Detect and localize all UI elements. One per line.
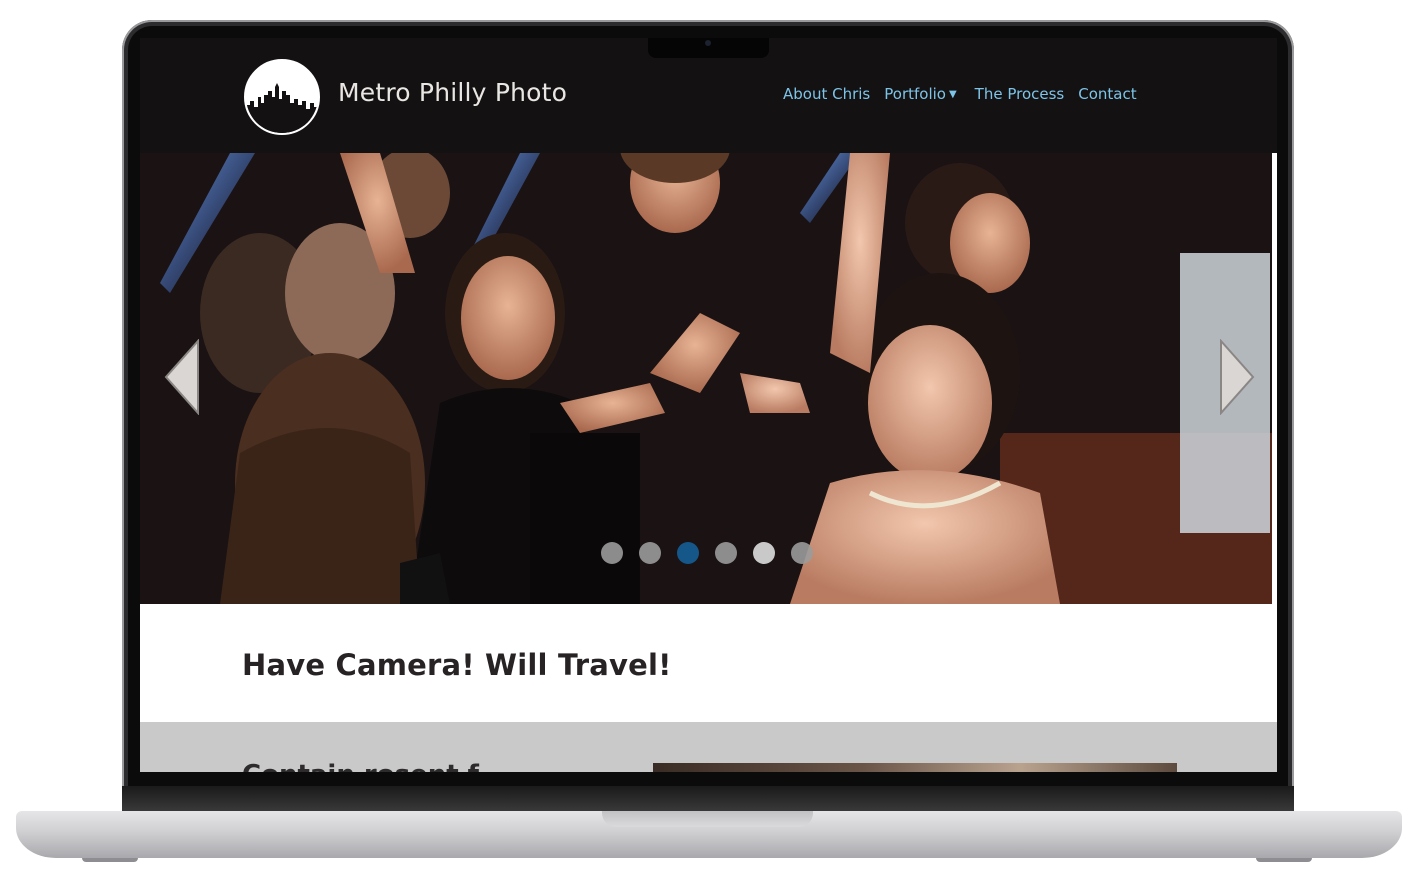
hero-photo [140,153,1272,604]
slider-dot-2[interactable] [639,542,661,564]
screen-bottom-bezel [128,772,1288,786]
slider-dot-3-active[interactable] [677,542,699,564]
nav-portfolio-label: Portfolio [884,85,946,103]
slider-dot-5[interactable] [753,542,775,564]
page-tagline: Have Camera! Will Travel! [242,648,672,682]
browser-viewport: Metro Philly Photo About Chris Portfolio… [140,38,1277,772]
caret-down-icon: ▼ [948,88,957,100]
nav-about-chris-label: About Chris [783,85,871,103]
nav-about-chris[interactable]: About Chris [783,85,870,103]
site-title[interactable]: Metro Philly Photo [338,78,567,107]
nav-the-process-label: The Process [974,85,1065,103]
main-nav: About Chris Portfolio ▼ The Process Cont… [783,85,1137,103]
nav-portfolio[interactable]: Portfolio ▼ [884,85,956,103]
slider-next-button[interactable] [1217,338,1257,416]
slider-dot-1[interactable] [601,542,623,564]
slider-prev-button[interactable] [162,338,202,416]
slider-pagination [601,542,829,564]
nav-contact[interactable]: Contact [1078,85,1136,103]
laptop-mockup: Metro Philly Photo About Chris Portfolio… [0,0,1413,877]
skyline-logo-icon [246,61,318,133]
laptop-foot-left [82,858,138,862]
nav-contact-label: Contact [1078,85,1137,103]
laptop-hinge [122,786,1294,812]
slider-dot-4[interactable] [715,542,737,564]
laptop-thumb-notch [602,811,813,827]
slider-dot-6[interactable] [791,542,813,564]
logo[interactable] [244,59,320,135]
section-image [653,763,1177,772]
content-section: Contain rosent f [140,722,1277,772]
nav-the-process[interactable]: The Process [975,85,1065,103]
chevron-right-icon [1220,338,1255,416]
hero-slider [140,153,1272,604]
laptop-foot-right [1256,858,1312,862]
chevron-left-icon [164,338,199,416]
tagline-section: Have Camera! Will Travel! [140,604,1277,722]
camera-icon [705,40,711,46]
section-heading: Contain rosent f [242,760,479,772]
